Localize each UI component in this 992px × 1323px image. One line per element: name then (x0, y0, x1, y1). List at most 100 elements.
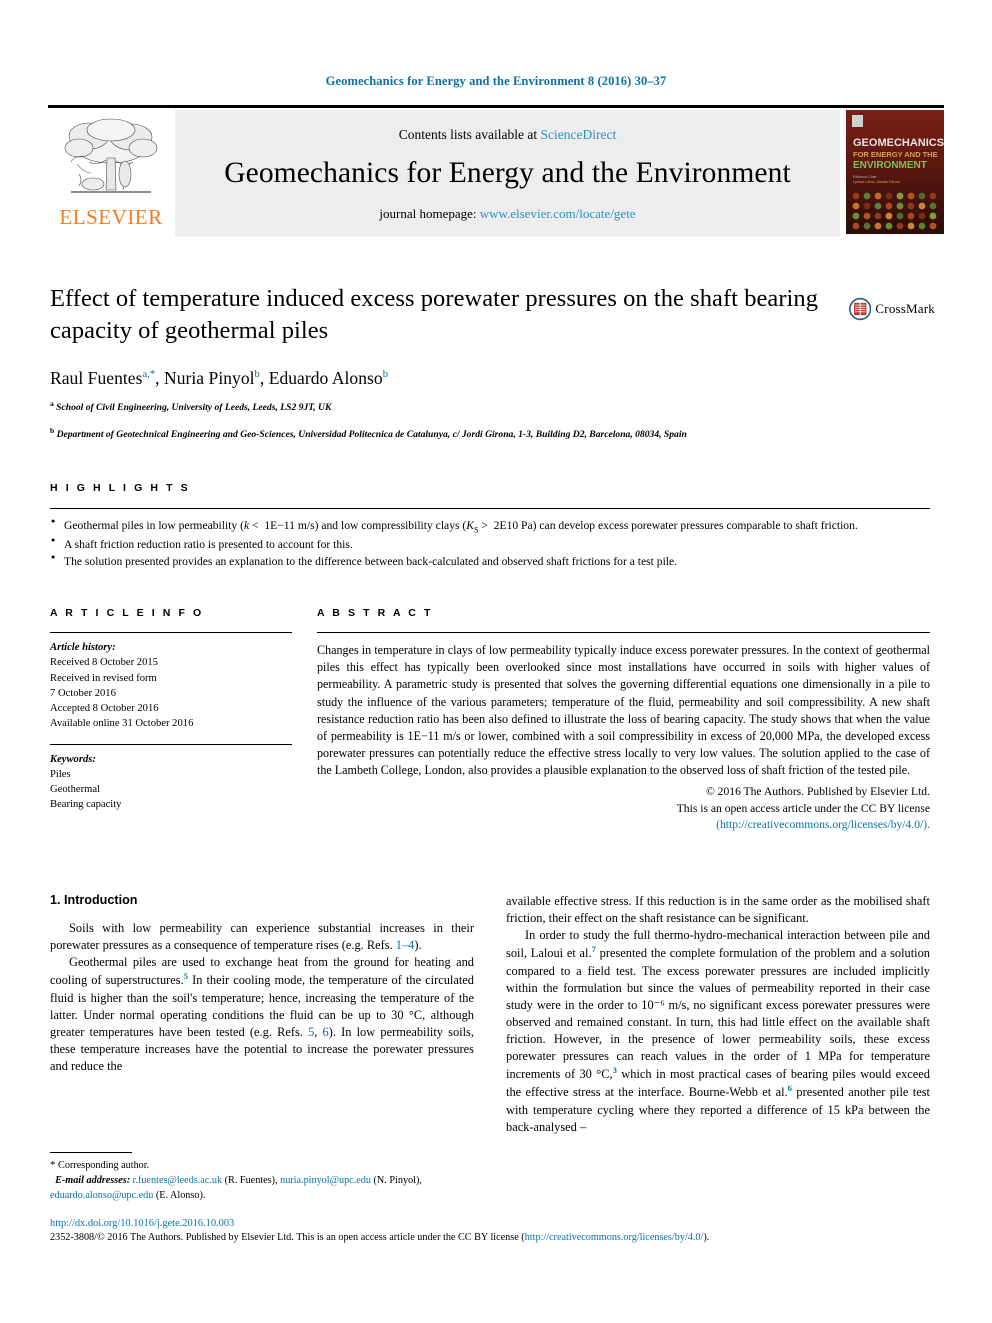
affiliation-mark: a (50, 398, 54, 408)
homepage-prefix: journal homepage: (379, 205, 480, 221)
author-marks: a,* (142, 368, 156, 380)
author-name: Nuria Pinyol (164, 367, 255, 388)
article-history: Article history: Received 8 October 2015… (50, 640, 292, 732)
author-entry: Eduardo Alonsob (269, 368, 388, 388)
history-item: 7 October 2016 (50, 687, 116, 699)
email-link[interactable]: r.fuentes@leeds.ac.uk (133, 1175, 222, 1186)
abstract-copyright: © 2016 The Authors. Published by Elsevie… (317, 784, 930, 833)
footnote-text: * Corresponding author. E-mail addresses… (50, 1159, 422, 1201)
body-column-left: 1. Introduction Soils with low permeabil… (50, 893, 474, 1075)
article-info-section: A R T I C L E I N F O Article history: R… (50, 607, 292, 813)
footnote-divider (50, 1152, 132, 1153)
list-item: A shaft friction reduction ratio is pres… (50, 536, 930, 553)
abstract-divider (317, 632, 930, 633)
crossmark-badge[interactable]: CrossMark (849, 288, 935, 330)
journal-homepage-link[interactable]: www.elsevier.com/locate/gete (480, 206, 636, 221)
history-item: Accepted 8 October 2016 (50, 703, 159, 714)
journal-cover-image: GEOMECHANICS FOR ENERGY AND THE ENVIRONM… (846, 110, 944, 234)
journal-masthead: ELSEVIER Contents lists available at Sci… (48, 105, 944, 237)
sciencedirect-link[interactable]: ScienceDirect (541, 127, 617, 142)
text-run: presented the complete formulation of th… (506, 946, 931, 1082)
email-owner: (R. Fuentes) (224, 1174, 275, 1186)
license-line: This is an open access article under the… (676, 801, 930, 815)
email-owner: (N. Pinyol) (373, 1174, 420, 1186)
article-info-divider (50, 632, 292, 633)
affiliation-mark: b (50, 425, 55, 435)
keyword-item: Bearing capacity (50, 799, 122, 811)
journal-title: Geomechanics for Energy and the Environm… (224, 156, 791, 189)
email-link[interactable]: eduardo.alonso@upc.edu (50, 1190, 153, 1201)
svg-text:ENVIRONMENT: ENVIRONMENT (853, 160, 927, 171)
affiliation: b Department of Geotechnical Engineering… (50, 425, 840, 443)
elsevier-logo: ELSEVIER (48, 110, 174, 237)
author-marks: b (382, 368, 388, 380)
author-list: Raul Fuentesa,*, Nuria Pinyolb, Eduardo … (50, 367, 388, 388)
email-label: E-mail addresses: (55, 1174, 131, 1186)
author-marks: b (254, 368, 260, 380)
text-run: available effective stress. If this redu… (506, 894, 930, 926)
article-history-label: Article history: (50, 642, 116, 653)
corresponding-author-star: * (50, 1159, 56, 1171)
crossmark-label: CrossMark (875, 301, 935, 316)
svg-text:GEOMECHANICS: GEOMECHANICS (853, 137, 944, 149)
paragraph: In order to study the full thermo-hydro-… (506, 927, 930, 1136)
keywords-block: Keywords: Piles Geothermal Bearing capac… (50, 743, 292, 813)
affiliation: a School of Civil Engineering, Universit… (50, 398, 840, 416)
abstract-text: Changes in temperature in clays of low p… (317, 643, 930, 778)
history-item: Received 8 October 2015 (50, 657, 158, 669)
paragraph: Soils with low permeability can experien… (50, 920, 474, 954)
highlights-divider (50, 508, 930, 509)
history-item: Available online 31 October 2016 (50, 718, 194, 730)
footnote-block: * Corresponding author. E-mail addresses… (50, 1152, 474, 1204)
body-column-right: available effective stress. If this redu… (506, 893, 930, 1136)
issn-suffix: ). (703, 1232, 710, 1243)
license-url-link[interactable]: http://creativecommons.org/licenses/by/4… (525, 1232, 704, 1243)
masthead-center-panel: Contents lists available at ScienceDirec… (174, 110, 840, 237)
affiliation-text: Department of Geotechnical Engineering a… (56, 428, 687, 440)
author-name: Raul Fuentes (50, 367, 143, 388)
highlights-section: H I G H L I G H T S Geothermal piles in … (50, 482, 930, 572)
contents-prefix: Contents lists available at (398, 126, 541, 142)
section-heading-introduction: 1. Introduction (50, 893, 138, 907)
crossmark-icon (849, 297, 872, 321)
page-title: Effect of temperature induced excess por… (50, 285, 819, 344)
issn-prefix: 2352-3808/© 2016 The Authors. Published … (50, 1232, 525, 1243)
abstract-label: A B S T R A C T (317, 607, 433, 619)
keyword-item: Geothermal (50, 784, 101, 795)
contents-available-line: Contents lists available at ScienceDirec… (399, 127, 616, 143)
elsevier-wordmark: ELSEVIER (59, 205, 163, 229)
highlights-label: H I G H L I G H T S (50, 482, 191, 494)
text-run: , (314, 1024, 323, 1039)
author-name: Eduardo Alonso (268, 367, 383, 388)
abstract-section: A B S T R A C T Changes in temperature i… (317, 607, 930, 833)
doi-link[interactable]: http://dx.doi.org/10.1016/j.gete.2016.10… (50, 1218, 940, 1229)
corresponding-author-text: Corresponding author. (58, 1160, 150, 1171)
affiliation-text: School of Civil Engineering, University … (56, 401, 332, 413)
history-item: Received in revised form (50, 672, 157, 684)
list-item: Geothermal piles in low permeability (k … (50, 517, 930, 536)
journal-cover-thumbnail: GEOMECHANICS FOR ENERGY AND THE ENVIRONM… (840, 110, 944, 237)
svg-text:Lyesse Laloui, Alessio Ferrari: Lyesse Laloui, Alessio Ferrari (853, 180, 900, 184)
email-link[interactable]: nuria.pinyol@upc.edu (280, 1175, 371, 1186)
copyright-line: © 2016 The Authors. Published by Elsevie… (705, 785, 930, 799)
paragraph: Geothermal piles are used to exchange he… (50, 954, 474, 1075)
highlights-list: Geothermal piles in low permeability (k … (50, 517, 930, 571)
email-owner: (E. Alonso) (155, 1189, 203, 1201)
title-block: Effect of temperature induced excess por… (50, 283, 840, 443)
svg-text:FOR ENERGY AND THE: FOR ENERGY AND THE (853, 150, 938, 159)
svg-text:Editors-in-Chief: Editors-in-Chief (853, 175, 876, 179)
author-entry: Nuria Pinyolb (164, 368, 260, 388)
legal-footer: http://dx.doi.org/10.1016/j.gete.2016.10… (50, 1218, 940, 1243)
paper-page: Geomechanics for Energy and the Environm… (0, 0, 992, 1323)
article-info-label: A R T I C L E I N F O (50, 607, 204, 619)
journal-homepage-line: journal homepage: www.elsevier.com/locat… (379, 206, 635, 222)
paragraph: available effective stress. If this redu… (506, 893, 930, 927)
running-head: Geomechanics for Energy and the Environm… (325, 74, 667, 88)
keywords-label: Keywords: (50, 753, 96, 765)
issn-license-line: 2352-3808/© 2016 The Authors. Published … (50, 1232, 940, 1243)
citation-link[interactable]: 1–4 (396, 938, 415, 952)
author-entry: Raul Fuentesa,* (50, 368, 155, 388)
keyword-item: Piles (50, 768, 71, 780)
license-link[interactable]: (http://creativecommons.org/licenses/by/… (317, 817, 930, 833)
elsevier-tree-icon (64, 118, 158, 193)
